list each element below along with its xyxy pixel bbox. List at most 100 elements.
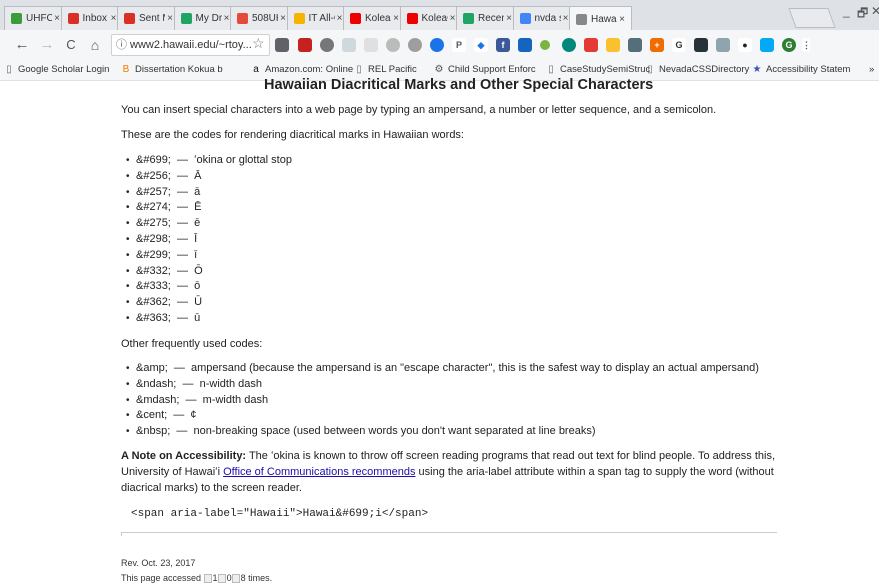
dash-separator: — [170, 311, 195, 324]
tab-11[interactable]: Hawaii× [569, 6, 632, 30]
tab-4[interactable]: My Driv× [173, 6, 237, 30]
forward-button[interactable]: → [38, 36, 56, 54]
close-window-button[interactable]: ✕ [871, 4, 879, 18]
menu-icon[interactable]: ⋮ [802, 38, 811, 52]
dash-separator: — [170, 264, 195, 277]
tab-label: Hawaii [591, 13, 617, 25]
tab-6[interactable]: IT All-C× [286, 6, 350, 30]
bookmark-item[interactable]: ▯ Google Scholar Login [4, 64, 109, 75]
address-bar[interactable]: ⓘ www2.hawaii.edu/~rtoy... [111, 34, 270, 56]
dash-separator: — [167, 362, 192, 374]
bookmark-label: NevadaCSSDirectory [659, 64, 750, 75]
bookmark-item[interactable]: B Dissertation Kokua b [121, 64, 223, 75]
tab-8[interactable]: KoleaG× [399, 6, 463, 30]
tab-10[interactable]: nvda sc× [512, 6, 576, 30]
back-button[interactable]: ← [13, 36, 31, 54]
facebook-icon[interactable]: f [496, 38, 510, 52]
info-icon[interactable]: ⓘ [116, 35, 127, 55]
bookmark-star-icon[interactable]: ☆ [252, 35, 265, 52]
bookmark-item[interactable]: ▯ REL Pacific [354, 64, 417, 75]
green-dot-icon[interactable] [540, 40, 550, 50]
bookmark-label: Accessibility Statem [766, 64, 851, 75]
entity-code: &#298; [136, 232, 171, 245]
entity-code: &#274; [136, 201, 171, 214]
entity-code: &mdash; [136, 393, 180, 406]
minimize-window-button[interactable]: _ [843, 4, 850, 18]
blogger-icon: B [122, 64, 130, 75]
extension-icon[interactable] [562, 38, 576, 52]
gear-icon: ⚙ [434, 64, 444, 75]
extension-badge-icon[interactable] [298, 38, 312, 52]
tab-label: KoleaG [365, 13, 391, 24]
list-item: &#363; — ū [121, 311, 292, 327]
page-icon: ▯ [6, 64, 12, 75]
bookmark-label: Dissertation Kokua b [135, 64, 223, 75]
tab-2[interactable]: Inbox (× [60, 6, 124, 30]
close-tab-icon[interactable]: × [617, 14, 627, 25]
other-codes-list: &amp; — ampersand (because the ampersand… [121, 361, 759, 440]
extension-icon[interactable] [408, 38, 422, 52]
gmail-icon [67, 13, 79, 24]
extension-icon[interactable] [518, 38, 532, 52]
mask-extension-icon[interactable]: ● [738, 38, 752, 52]
bookmark-item[interactable]: a Amazon.com: Online [251, 64, 353, 75]
page-title: Hawaiian Diacritical Marks and Other Spe… [264, 77, 654, 93]
new-tab-button[interactable] [788, 8, 836, 28]
yellow-square-icon [293, 13, 305, 24]
document-icon [576, 13, 587, 25]
entity-code: &amp; [136, 362, 168, 374]
note-label: A Note on Accessibility: [121, 450, 247, 462]
tab-7[interactable]: KoleaG× [343, 6, 406, 30]
reload-button[interactable]: C [62, 36, 80, 54]
arrow-extension-icon[interactable]: ◆ [474, 38, 488, 52]
extension-icon[interactable] [760, 38, 774, 52]
youtube-icon [350, 13, 361, 24]
list-item: &#362; — Ū [121, 295, 292, 311]
dash-separator: — [170, 217, 195, 230]
cast-icon[interactable] [275, 38, 289, 52]
more-bookmarks-button[interactable]: » [869, 64, 874, 75]
settings-extension-icon[interactable] [386, 38, 400, 52]
list-item: &mdash; — m-width dash [121, 393, 759, 409]
home-button[interactable]: ⌂ [86, 36, 104, 54]
star-icon: ★ [752, 64, 762, 75]
extension-icon[interactable] [584, 38, 598, 52]
wordpress-icon[interactable] [320, 38, 334, 52]
counter-digit-image [231, 574, 240, 584]
tab-label: Inbox ( [82, 13, 109, 24]
list-item: &nbsp; — non-breaking space (used betwee… [121, 424, 759, 440]
bookmark-item[interactable]: ▯ CaseStudySemiStruc [546, 64, 650, 75]
gmail-icon [124, 13, 135, 24]
extension-icon[interactable] [628, 38, 642, 52]
bookmark-item[interactable]: ▯ NevadaCSSDirectory [645, 64, 749, 75]
list-item: &#333; — ō [121, 279, 292, 295]
page-icon: ▯ [356, 64, 362, 75]
office-of-communications-link[interactable]: Office of Communications recommends [223, 466, 415, 478]
tab-5[interactable]: 508UH× [230, 6, 293, 30]
p-extension-icon[interactable]: P [452, 38, 466, 52]
extension-icon[interactable] [716, 38, 730, 52]
bookmark-item[interactable]: ★ Accessibility Statem [752, 64, 851, 75]
extension-icon[interactable]: + [650, 38, 664, 52]
entity-code: &nbsp; [136, 425, 171, 438]
tab-strip: UHFCU×Inbox (×Sent M×My Driv×508UH×IT Al… [0, 0, 879, 30]
extension-icon[interactable] [342, 38, 356, 52]
extension-icon[interactable] [694, 38, 708, 52]
icon-uhfcu [11, 13, 22, 24]
tab-3[interactable]: Sent M× [117, 6, 180, 30]
entity-result: n-width dash [199, 377, 262, 390]
bookmark-label: Amazon.com: Online [265, 64, 354, 75]
tab-label: nvda sc [534, 13, 561, 24]
dash-separator: — [179, 393, 203, 406]
tab-9[interactable]: Recent× [456, 6, 519, 30]
youtube-icon [406, 13, 418, 24]
grammarly-icon[interactable]: G [782, 38, 796, 52]
bookmark-item[interactable]: ⚙ Child Support Enforc [434, 64, 536, 75]
extension-icon[interactable] [606, 38, 620, 52]
maximize-window-button[interactable]: 🗗 [857, 4, 868, 25]
tab-1[interactable]: UHFCU× [4, 6, 67, 30]
extension-icon[interactable] [430, 38, 444, 52]
extension-icon[interactable] [364, 38, 378, 52]
entity-code: &#332; [136, 264, 171, 277]
google-extension-icon[interactable]: G [672, 38, 686, 52]
